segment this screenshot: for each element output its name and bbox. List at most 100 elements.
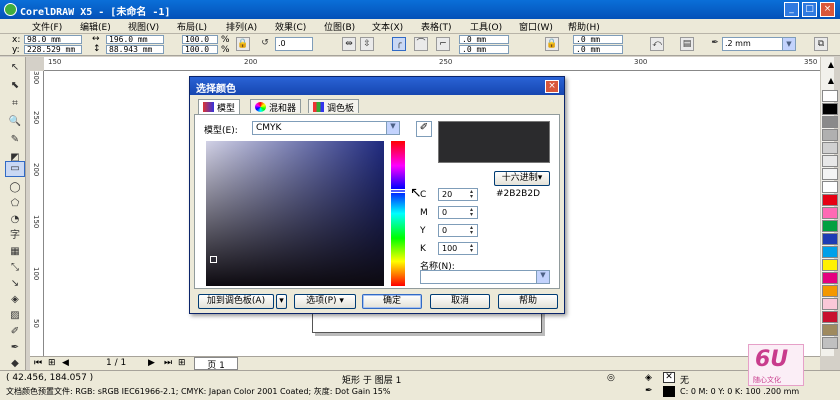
- hex-dropdown-button[interactable]: 十六进制▾: [494, 171, 550, 186]
- magenta-field[interactable]: 0: [438, 206, 478, 219]
- scroll-up-icon[interactable]: ▲: [824, 60, 838, 70]
- menu-window[interactable]: 窗口(W): [519, 20, 553, 33]
- help-button[interactable]: 帮助: [498, 294, 558, 309]
- tab-palette[interactable]: 调色板: [308, 99, 360, 114]
- close-button[interactable]: ×: [820, 2, 835, 17]
- tab-mixer[interactable]: 混和器: [250, 99, 302, 114]
- maximize-button[interactable]: □: [802, 2, 817, 17]
- relative-corner-icon[interactable]: ⤺: [650, 37, 664, 51]
- corner-top-left-field[interactable]: .0 mm: [459, 35, 509, 44]
- add-page-end-icon[interactable]: ⊞: [178, 358, 186, 368]
- color-proof-icon[interactable]: ◎: [607, 373, 615, 383]
- palette-swatch[interactable]: [822, 272, 838, 284]
- prev-page-icon[interactable]: ◀: [62, 358, 69, 368]
- menu-edit[interactable]: 编辑(E): [80, 20, 111, 33]
- palette-swatch[interactable]: [822, 337, 838, 349]
- outline-tool-icon[interactable]: ✒: [8, 341, 22, 355]
- lock-ratio-icon[interactable]: 🔒: [236, 37, 250, 51]
- minimize-button[interactable]: _: [784, 2, 799, 17]
- x-position-field[interactable]: 98.0 mm: [24, 35, 82, 44]
- palette-swatch[interactable]: [822, 233, 838, 245]
- palette-swatch[interactable]: [822, 181, 838, 193]
- round-corner-icon[interactable]: ╭: [392, 37, 406, 51]
- ok-button[interactable]: 确定: [362, 294, 422, 309]
- add-page-icon[interactable]: ⊞: [48, 358, 56, 368]
- palette-swatch[interactable]: [822, 324, 838, 336]
- color-field[interactable]: [206, 141, 384, 286]
- dimension-tool-icon[interactable]: ⤡: [8, 261, 22, 275]
- menu-help[interactable]: 帮助(H): [568, 20, 600, 33]
- next-page-icon[interactable]: ▶: [148, 358, 155, 368]
- palette-swatch[interactable]: [822, 285, 838, 297]
- polygon-tool-icon[interactable]: ⬠: [8, 197, 22, 211]
- text-tool-icon[interactable]: 字: [8, 229, 22, 243]
- blend-tool-icon[interactable]: ◈: [8, 293, 22, 307]
- palette-swatch[interactable]: [822, 311, 838, 323]
- menu-tools[interactable]: 工具(O): [470, 20, 502, 33]
- outline-width-select[interactable]: .2 mm ▼: [722, 37, 796, 51]
- pick-tool-icon[interactable]: ↖: [8, 61, 22, 75]
- palette-swatch[interactable]: [822, 246, 838, 258]
- palette-swatch[interactable]: [822, 116, 838, 128]
- palette-swatch[interactable]: [822, 103, 838, 115]
- mirror-vertical-icon[interactable]: ⇳: [360, 37, 374, 51]
- menu-layout[interactable]: 布局(L): [177, 20, 207, 33]
- palette-swatch[interactable]: [822, 194, 838, 206]
- add-to-palette-button[interactable]: 加到调色板(A): [198, 294, 274, 309]
- palette-swatch[interactable]: [822, 142, 838, 154]
- palette-swatch[interactable]: [822, 259, 838, 271]
- model-select[interactable]: CMYK ▼: [252, 121, 400, 135]
- shape-tool-icon[interactable]: ⬉: [8, 79, 22, 93]
- scallop-corner-icon[interactable]: ⌒: [414, 37, 428, 51]
- menu-text[interactable]: 文本(X): [372, 20, 403, 33]
- ellipse-tool-icon[interactable]: ◯: [8, 181, 22, 195]
- corner-bottom-left-field[interactable]: .0 mm: [459, 45, 509, 54]
- eyedropper-button[interactable]: ✐: [416, 121, 432, 137]
- options-button[interactable]: 选项(P) ▾: [294, 294, 356, 309]
- basic-shapes-icon[interactable]: ◔: [8, 213, 22, 227]
- zoom-tool-icon[interactable]: 🔍: [8, 115, 22, 129]
- to-front-icon[interactable]: ⧉: [814, 37, 828, 51]
- last-page-icon[interactable]: ⏭: [164, 358, 172, 368]
- crop-tool-icon[interactable]: ⌗: [8, 97, 22, 111]
- palette-swatch[interactable]: [822, 168, 838, 180]
- chamfer-corner-icon[interactable]: ⌐: [436, 37, 450, 51]
- palette-swatch[interactable]: [822, 220, 838, 232]
- y-position-field[interactable]: 228.529 mm: [24, 45, 82, 54]
- dialog-close-button[interactable]: ×: [545, 80, 559, 93]
- palette-swatch[interactable]: [822, 90, 838, 102]
- menu-bitmaps[interactable]: 位图(B): [324, 20, 355, 33]
- tab-model[interactable]: 模型: [198, 99, 241, 114]
- menu-table[interactable]: 表格(T): [421, 20, 452, 33]
- menu-file[interactable]: 文件(F): [32, 20, 62, 33]
- scale-width-field[interactable]: 100.0: [182, 35, 218, 44]
- transparency-tool-icon[interactable]: ▨: [8, 309, 22, 323]
- palette-up-icon[interactable]: ▲: [824, 76, 838, 86]
- name-select[interactable]: ▼: [420, 270, 550, 284]
- palette-swatch[interactable]: [822, 155, 838, 167]
- table-tool-icon[interactable]: ▦: [8, 245, 22, 259]
- fill-tool-icon[interactable]: ◆: [8, 357, 22, 371]
- black-field[interactable]: 100: [438, 242, 478, 255]
- hue-slider-handle[interactable]: [389, 189, 407, 193]
- connector-tool-icon[interactable]: ↘: [8, 277, 22, 291]
- palette-swatch[interactable]: [822, 207, 838, 219]
- palette-swatch[interactable]: [822, 298, 838, 310]
- palette-swatch[interactable]: [822, 129, 838, 141]
- mirror-horizontal-icon[interactable]: ⇹: [342, 37, 356, 51]
- cancel-button[interactable]: 取消: [430, 294, 490, 309]
- page-tab[interactable]: 页 1: [194, 357, 238, 371]
- cyan-field[interactable]: 20: [438, 188, 478, 201]
- eyedropper-tool-icon[interactable]: ✐: [8, 325, 22, 339]
- menu-view[interactable]: 视图(V): [128, 20, 159, 33]
- corner-bottom-right-field[interactable]: .0 mm: [573, 45, 623, 54]
- corner-top-right-field[interactable]: .0 mm: [573, 35, 623, 44]
- lock-corners-icon[interactable]: 🔒: [545, 37, 559, 51]
- rectangle-tool-icon[interactable]: ▭: [5, 161, 25, 177]
- hue-slider[interactable]: [389, 141, 407, 286]
- color-profile-info[interactable]: 文档颜色预置文件: RGB: sRGB IEC61966-2.1; CMYK: …: [6, 386, 390, 397]
- first-page-icon[interactable]: ⏮: [34, 358, 42, 368]
- yellow-field[interactable]: 0: [438, 224, 478, 237]
- menu-arrange[interactable]: 排列(A): [226, 20, 257, 33]
- add-palette-dropdown-icon[interactable]: ▾: [276, 294, 287, 309]
